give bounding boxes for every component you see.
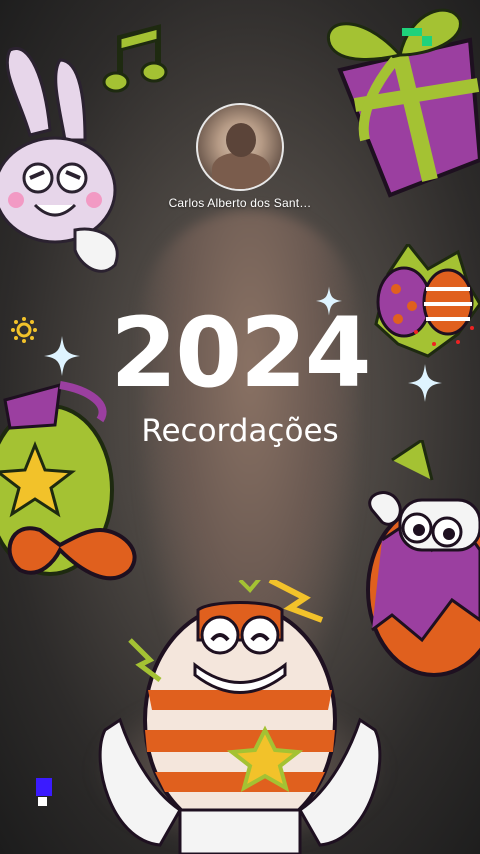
green-pixel-indicator-2 bbox=[422, 36, 432, 46]
profile-avatar[interactable] bbox=[196, 103, 284, 191]
avatar-head-shape bbox=[226, 123, 256, 157]
smiling-egg-sticker bbox=[98, 580, 382, 854]
white-pixel-indicator bbox=[38, 797, 47, 806]
purple-pixel-indicator bbox=[36, 778, 52, 796]
green-pixel-indicator bbox=[402, 28, 422, 36]
music-note-sticker bbox=[102, 24, 168, 93]
avatar-body-shape bbox=[212, 153, 270, 189]
story-screen[interactable]: Carlos Alberto dos Sant… 2024 Recordaçõe… bbox=[0, 0, 480, 854]
gift-box-sticker bbox=[327, 8, 480, 198]
profile-name: Carlos Alberto dos Sant… bbox=[168, 196, 312, 210]
